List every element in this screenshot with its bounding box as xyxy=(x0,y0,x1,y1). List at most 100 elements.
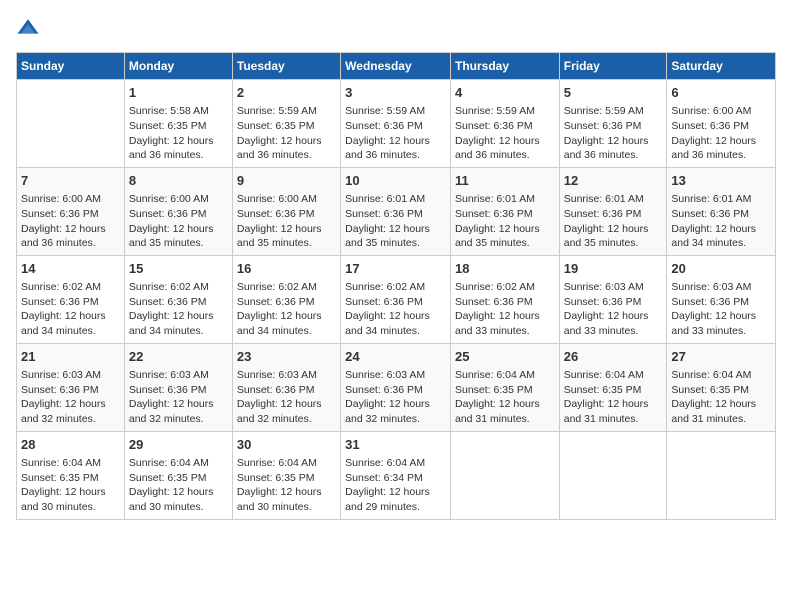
date-number: 5 xyxy=(564,84,663,102)
calendar-week-row: 21 Sunrise: 6:03 AMSunset: 6:36 PMDayligh… xyxy=(17,343,776,431)
cell-info: Sunrise: 5:58 AMSunset: 6:35 PMDaylight:… xyxy=(129,104,228,163)
calendar-cell: 10 Sunrise: 6:01 AMSunset: 6:36 PMDayligh… xyxy=(341,167,451,255)
header-sunday: Sunday xyxy=(17,53,125,80)
date-number: 12 xyxy=(564,172,663,190)
calendar-cell: 13 Sunrise: 6:01 AMSunset: 6:36 PMDayligh… xyxy=(667,167,776,255)
calendar-week-row: 7 Sunrise: 6:00 AMSunset: 6:36 PMDaylight… xyxy=(17,167,776,255)
date-number: 2 xyxy=(237,84,336,102)
calendar-cell: 31 Sunrise: 6:04 AMSunset: 6:34 PMDayligh… xyxy=(341,431,451,519)
page-header xyxy=(16,16,776,40)
cell-info: Sunrise: 6:04 AMSunset: 6:35 PMDaylight:… xyxy=(237,456,336,515)
calendar-header-row: SundayMondayTuesdayWednesdayThursdayFrid… xyxy=(17,53,776,80)
calendar-cell: 30 Sunrise: 6:04 AMSunset: 6:35 PMDayligh… xyxy=(232,431,340,519)
cell-info: Sunrise: 6:00 AMSunset: 6:36 PMDaylight:… xyxy=(671,104,771,163)
date-number: 24 xyxy=(345,348,446,366)
date-number: 8 xyxy=(129,172,228,190)
calendar-cell: 28 Sunrise: 6:04 AMSunset: 6:35 PMDayligh… xyxy=(17,431,125,519)
date-number: 15 xyxy=(129,260,228,278)
cell-info: Sunrise: 6:03 AMSunset: 6:36 PMDaylight:… xyxy=(21,368,120,427)
calendar-cell: 12 Sunrise: 6:01 AMSunset: 6:36 PMDayligh… xyxy=(559,167,667,255)
cell-info: Sunrise: 6:01 AMSunset: 6:36 PMDaylight:… xyxy=(455,192,555,251)
calendar-cell: 9Sunrise: 6:00 AMSunset: 6:36 PMDaylight… xyxy=(232,167,340,255)
cell-info: Sunrise: 6:04 AMSunset: 6:35 PMDaylight:… xyxy=(455,368,555,427)
calendar-cell: 11 Sunrise: 6:01 AMSunset: 6:36 PMDayligh… xyxy=(450,167,559,255)
cell-info: Sunrise: 5:59 AMSunset: 6:35 PMDaylight:… xyxy=(237,104,336,163)
date-number: 30 xyxy=(237,436,336,454)
header-wednesday: Wednesday xyxy=(341,53,451,80)
cell-info: Sunrise: 6:00 AMSunset: 6:36 PMDaylight:… xyxy=(129,192,228,251)
date-number: 28 xyxy=(21,436,120,454)
calendar-cell: 20 Sunrise: 6:03 AMSunset: 6:36 PMDayligh… xyxy=(667,255,776,343)
cell-info: Sunrise: 5:59 AMSunset: 6:36 PMDaylight:… xyxy=(564,104,663,163)
date-number: 22 xyxy=(129,348,228,366)
cell-info: Sunrise: 6:04 AMSunset: 6:34 PMDaylight:… xyxy=(345,456,446,515)
date-number: 25 xyxy=(455,348,555,366)
date-number: 10 xyxy=(345,172,446,190)
cell-info: Sunrise: 6:02 AMSunset: 6:36 PMDaylight:… xyxy=(455,280,555,339)
calendar-cell: 15 Sunrise: 6:02 AMSunset: 6:36 PMDayligh… xyxy=(124,255,232,343)
cell-info: Sunrise: 6:01 AMSunset: 6:36 PMDaylight:… xyxy=(345,192,446,251)
date-number: 6 xyxy=(671,84,771,102)
calendar-cell: 5 Sunrise: 5:59 AMSunset: 6:36 PMDaylight… xyxy=(559,80,667,168)
date-number: 1 xyxy=(129,84,228,102)
date-number: 27 xyxy=(671,348,771,366)
date-number: 18 xyxy=(455,260,555,278)
date-number: 13 xyxy=(671,172,771,190)
calendar-cell: 23Sunrise: 6:03 AMSunset: 6:36 PMDayligh… xyxy=(232,343,340,431)
calendar-cell: 1 Sunrise: 5:58 AMSunset: 6:35 PMDaylight… xyxy=(124,80,232,168)
cell-info: Sunrise: 6:04 AMSunset: 6:35 PMDaylight:… xyxy=(564,368,663,427)
calendar-cell: 6 Sunrise: 6:00 AMSunset: 6:36 PMDaylight… xyxy=(667,80,776,168)
calendar-cell: 7 Sunrise: 6:00 AMSunset: 6:36 PMDaylight… xyxy=(17,167,125,255)
cell-info: Sunrise: 6:04 AMSunset: 6:35 PMDaylight:… xyxy=(671,368,771,427)
date-number: 21 xyxy=(21,348,120,366)
header-monday: Monday xyxy=(124,53,232,80)
date-number: 4 xyxy=(455,84,555,102)
logo-icon xyxy=(16,16,40,40)
calendar-cell: 18 Sunrise: 6:02 AMSunset: 6:36 PMDayligh… xyxy=(450,255,559,343)
cell-info: Sunrise: 6:03 AMSunset: 6:36 PMDaylight:… xyxy=(237,368,336,427)
header-tuesday: Tuesday xyxy=(232,53,340,80)
cell-info: Sunrise: 6:03 AMSunset: 6:36 PMDaylight:… xyxy=(564,280,663,339)
calendar-cell xyxy=(450,431,559,519)
cell-info: Sunrise: 6:02 AMSunset: 6:36 PMDaylight:… xyxy=(129,280,228,339)
calendar-week-row: 14 Sunrise: 6:02 AMSunset: 6:36 PMDayligh… xyxy=(17,255,776,343)
calendar-cell: 4Sunrise: 5:59 AMSunset: 6:36 PMDaylight… xyxy=(450,80,559,168)
cell-info: Sunrise: 6:03 AMSunset: 6:36 PMDaylight:… xyxy=(345,368,446,427)
date-number: 31 xyxy=(345,436,446,454)
calendar-cell: 2 Sunrise: 5:59 AMSunset: 6:35 PMDaylight… xyxy=(232,80,340,168)
calendar-cell: 3Sunrise: 5:59 AMSunset: 6:36 PMDaylight… xyxy=(341,80,451,168)
calendar-cell: 27 Sunrise: 6:04 AMSunset: 6:35 PMDayligh… xyxy=(667,343,776,431)
calendar-cell: 14 Sunrise: 6:02 AMSunset: 6:36 PMDayligh… xyxy=(17,255,125,343)
cell-info: Sunrise: 6:03 AMSunset: 6:36 PMDaylight:… xyxy=(671,280,771,339)
date-number: 20 xyxy=(671,260,771,278)
cell-info: Sunrise: 6:01 AMSunset: 6:36 PMDaylight:… xyxy=(564,192,663,251)
cell-info: Sunrise: 6:01 AMSunset: 6:36 PMDaylight:… xyxy=(671,192,771,251)
date-number: 29 xyxy=(129,436,228,454)
calendar-cell: 16 Sunrise: 6:02 AMSunset: 6:36 PMDayligh… xyxy=(232,255,340,343)
date-number: 26 xyxy=(564,348,663,366)
calendar-cell: 17 Sunrise: 6:02 AMSunset: 6:36 PMDayligh… xyxy=(341,255,451,343)
cell-info: Sunrise: 6:02 AMSunset: 6:36 PMDaylight:… xyxy=(21,280,120,339)
date-number: 7 xyxy=(21,172,120,190)
calendar-cell: 29 Sunrise: 6:04 AMSunset: 6:35 PMDayligh… xyxy=(124,431,232,519)
cell-info: Sunrise: 6:02 AMSunset: 6:36 PMDaylight:… xyxy=(237,280,336,339)
calendar-cell: 19Sunrise: 6:03 AMSunset: 6:36 PMDayligh… xyxy=(559,255,667,343)
date-number: 3 xyxy=(345,84,446,102)
cell-info: Sunrise: 6:04 AMSunset: 6:35 PMDaylight:… xyxy=(129,456,228,515)
date-number: 11 xyxy=(455,172,555,190)
cell-info: Sunrise: 6:00 AMSunset: 6:36 PMDaylight:… xyxy=(21,192,120,251)
date-number: 14 xyxy=(21,260,120,278)
header-thursday: Thursday xyxy=(450,53,559,80)
cell-info: Sunrise: 6:02 AMSunset: 6:36 PMDaylight:… xyxy=(345,280,446,339)
logo xyxy=(16,16,44,40)
calendar-cell xyxy=(667,431,776,519)
cell-info: Sunrise: 6:04 AMSunset: 6:35 PMDaylight:… xyxy=(21,456,120,515)
header-friday: Friday xyxy=(559,53,667,80)
calendar-cell: 21 Sunrise: 6:03 AMSunset: 6:36 PMDayligh… xyxy=(17,343,125,431)
calendar-cell: 25 Sunrise: 6:04 AMSunset: 6:35 PMDayligh… xyxy=(450,343,559,431)
date-number: 16 xyxy=(237,260,336,278)
calendar-cell xyxy=(17,80,125,168)
date-number: 17 xyxy=(345,260,446,278)
cell-info: Sunrise: 6:00 AMSunset: 6:36 PMDaylight:… xyxy=(237,192,336,251)
header-saturday: Saturday xyxy=(667,53,776,80)
